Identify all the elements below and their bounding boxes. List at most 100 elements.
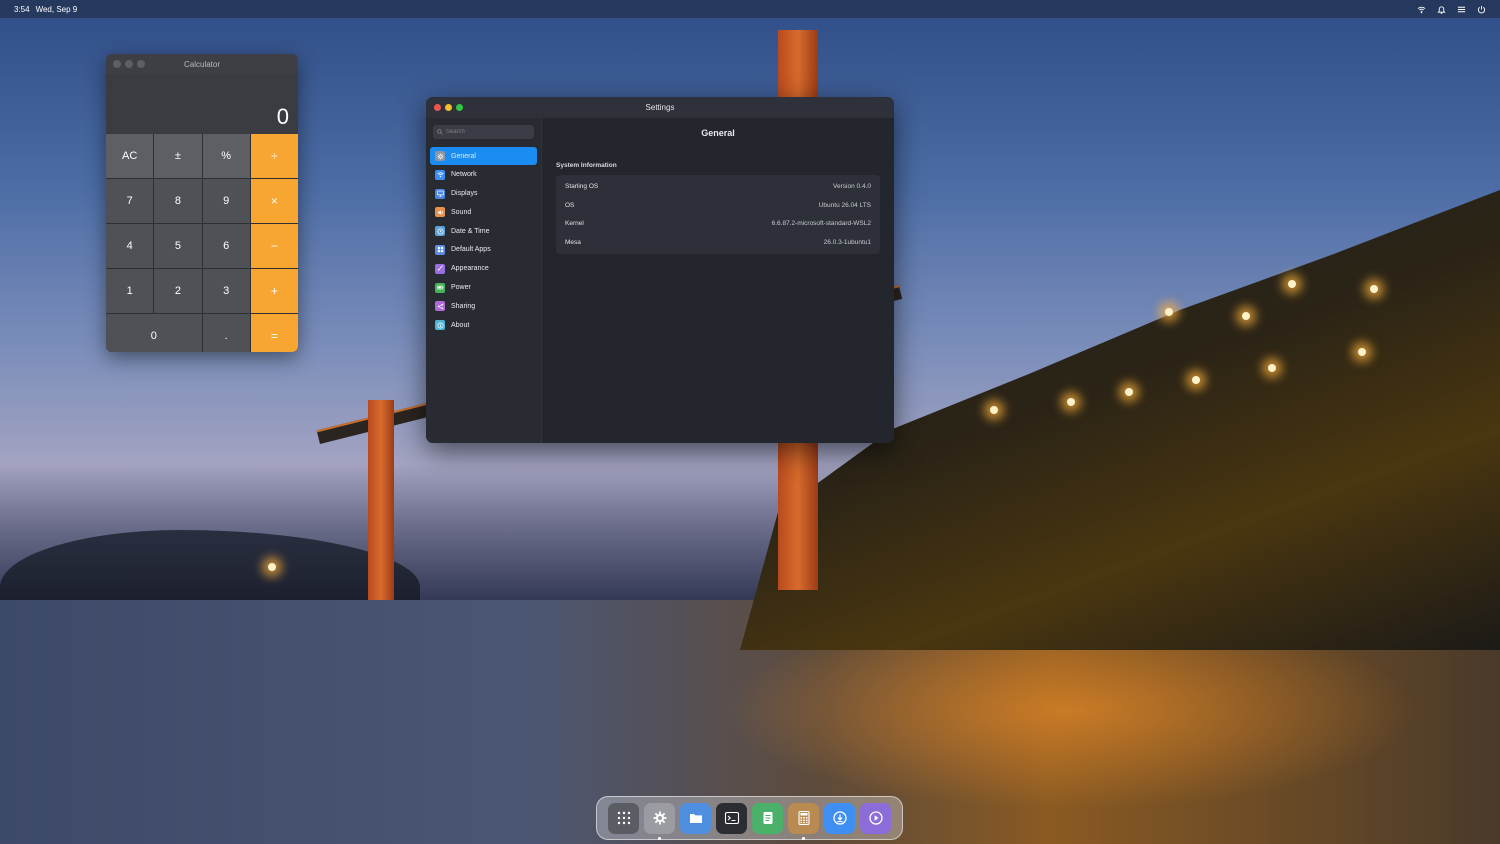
- settings-content: General System Information Starling OS V…: [542, 118, 894, 443]
- system-info-card: Starling OS Version 0.4.0 OS Ubuntu 26.0…: [556, 175, 880, 254]
- settings-window: Settings General Network Displays Sound Date…: [426, 97, 894, 443]
- info-key: OS: [565, 201, 575, 209]
- sidebar-item-displays[interactable]: Displays: [430, 185, 537, 203]
- digit-5-button[interactable]: 5: [154, 224, 202, 268]
- settings-title: Settings: [645, 103, 675, 112]
- sidebar-item-appearance[interactable]: Appearance: [430, 260, 537, 278]
- wifi-icon[interactable]: [1416, 4, 1426, 14]
- digit-7-button[interactable]: 7: [106, 179, 154, 223]
- wallpaper-light: [1125, 388, 1133, 396]
- brush-icon: [435, 263, 445, 274]
- sidebar-item-general[interactable]: General: [430, 147, 537, 165]
- digit-4-button[interactable]: 4: [106, 224, 154, 268]
- clock-time: 3:54: [14, 4, 30, 14]
- sidebar-item-label: Network: [451, 171, 477, 179]
- sidebar-item-sound[interactable]: Sound: [430, 203, 537, 221]
- wallpaper-light: [1358, 348, 1366, 356]
- display-icon: [435, 188, 445, 199]
- subtract-button[interactable]: −: [250, 224, 298, 268]
- clock[interactable]: 3:54 Wed, Sep 9: [14, 5, 77, 14]
- digit-6-button[interactable]: 6: [202, 224, 250, 268]
- sidebar-item-network[interactable]: Network: [430, 166, 537, 184]
- top-bar: 3:54 Wed, Sep 9: [0, 0, 1500, 18]
- grid-icon: [435, 244, 445, 255]
- digit-0-button[interactable]: 0: [106, 314, 202, 352]
- settings-nav-list: General Network Displays Sound Date & Time De…: [430, 147, 537, 334]
- speaker-icon: [435, 207, 445, 218]
- divide-button[interactable]: ÷: [250, 134, 298, 178]
- digit-1-button[interactable]: 1: [106, 269, 154, 313]
- digit-9-button[interactable]: 9: [202, 179, 250, 223]
- sidebar-item-label: Sharing: [451, 302, 476, 310]
- sidebar-item-date-time[interactable]: Date & Time: [430, 222, 537, 240]
- terminal-icon[interactable]: [716, 802, 747, 834]
- info-row: Mesa 26.0.3-1ubuntu1: [556, 233, 880, 252]
- sidebar-item-power[interactable]: Power: [430, 279, 537, 297]
- calculator-keypad: AC ± % ÷ 7 8 9 × 4 5 6 − 1 2 3 + 0 . =: [106, 134, 298, 352]
- sidebar-item-label: General: [451, 152, 476, 160]
- wallpaper-light: [1067, 398, 1075, 406]
- power-icon[interactable]: [1476, 4, 1486, 14]
- info-row: OS Ubuntu 26.04 LTS: [556, 196, 880, 215]
- info-value: Ubuntu 26.04 LTS: [818, 201, 871, 209]
- sidebar-item-label: Appearance: [451, 265, 489, 273]
- settings-icon[interactable]: [644, 802, 675, 840]
- wallpaper-light: [1268, 364, 1276, 372]
- page-title: General: [701, 128, 735, 138]
- settings-sidebar: General Network Displays Sound Date & Time De…: [426, 118, 542, 443]
- wallpaper-light: [990, 406, 998, 414]
- settings-titlebar[interactable]: Settings: [426, 97, 894, 118]
- section-label: System Information: [556, 162, 617, 169]
- search-box[interactable]: [433, 125, 534, 139]
- info-value: 26.0.3-1ubuntu1: [823, 238, 871, 246]
- wallpaper-bridge-tower: [368, 400, 394, 600]
- sidebar-item-label: Default Apps: [451, 246, 491, 254]
- info-key: Starling OS: [565, 182, 599, 190]
- software-icon[interactable]: [824, 802, 855, 834]
- info-row: Starling OS Version 0.4.0: [556, 177, 880, 196]
- info-value: Version 0.4.0: [833, 182, 871, 190]
- digit-8-button[interactable]: 8: [154, 179, 202, 223]
- sidebar-item-about[interactable]: About: [430, 316, 537, 334]
- sidebar-item-label: Sound: [451, 208, 472, 216]
- notes-icon[interactable]: [752, 802, 783, 834]
- media-player-icon[interactable]: [860, 802, 891, 834]
- multiply-button[interactable]: ×: [250, 179, 298, 223]
- info-row: Kernel 6.6.87.2-microsoft-standard-WSL2: [556, 214, 880, 233]
- sidebar-item-label: Displays: [451, 190, 478, 198]
- menu-icon[interactable]: [1456, 4, 1466, 14]
- calculator-window: Calculator 0 AC ± % ÷ 7 8 9 × 4 5 6 − 1 …: [106, 54, 298, 352]
- app-grid-icon[interactable]: [608, 802, 639, 834]
- system-tray: [1416, 4, 1486, 14]
- files-icon[interactable]: [680, 802, 711, 834]
- running-indicator: [658, 836, 661, 840]
- dock: [596, 796, 903, 840]
- wallpaper-light: [1242, 312, 1250, 320]
- wallpaper-light: [268, 563, 276, 571]
- digit-3-button[interactable]: 3: [202, 269, 250, 313]
- wallpaper-light: [1165, 308, 1173, 316]
- search-input[interactable]: [445, 129, 534, 135]
- percent-button[interactable]: %: [202, 134, 250, 178]
- equals-button[interactable]: =: [250, 314, 298, 352]
- decimal-button[interactable]: .: [202, 314, 250, 352]
- digit-2-button[interactable]: 2: [154, 269, 202, 313]
- sidebar-item-default-apps[interactable]: Default Apps: [430, 241, 537, 259]
- wallpaper-hills: [0, 530, 420, 610]
- wifi-icon: [435, 169, 445, 180]
- info-value: 6.6.87.2-microsoft-standard-WSL2: [771, 220, 871, 228]
- calculator-titlebar[interactable]: Calculator: [106, 54, 298, 74]
- bell-icon[interactable]: [1436, 4, 1446, 14]
- clear-button[interactable]: AC: [106, 134, 154, 178]
- info-key: Kernel: [565, 220, 584, 228]
- sidebar-item-label: Date & Time: [451, 227, 490, 235]
- calculator-display: 0: [106, 74, 298, 134]
- info-icon: [435, 320, 445, 331]
- add-button[interactable]: +: [250, 269, 298, 313]
- calculator-icon[interactable]: [788, 802, 819, 840]
- wallpaper-light: [1192, 376, 1200, 384]
- sidebar-item-sharing[interactable]: Sharing: [430, 297, 537, 315]
- clock-date: Wed, Sep 9: [35, 4, 78, 14]
- search-icon: [437, 129, 443, 135]
- sign-toggle-button[interactable]: ±: [154, 134, 202, 178]
